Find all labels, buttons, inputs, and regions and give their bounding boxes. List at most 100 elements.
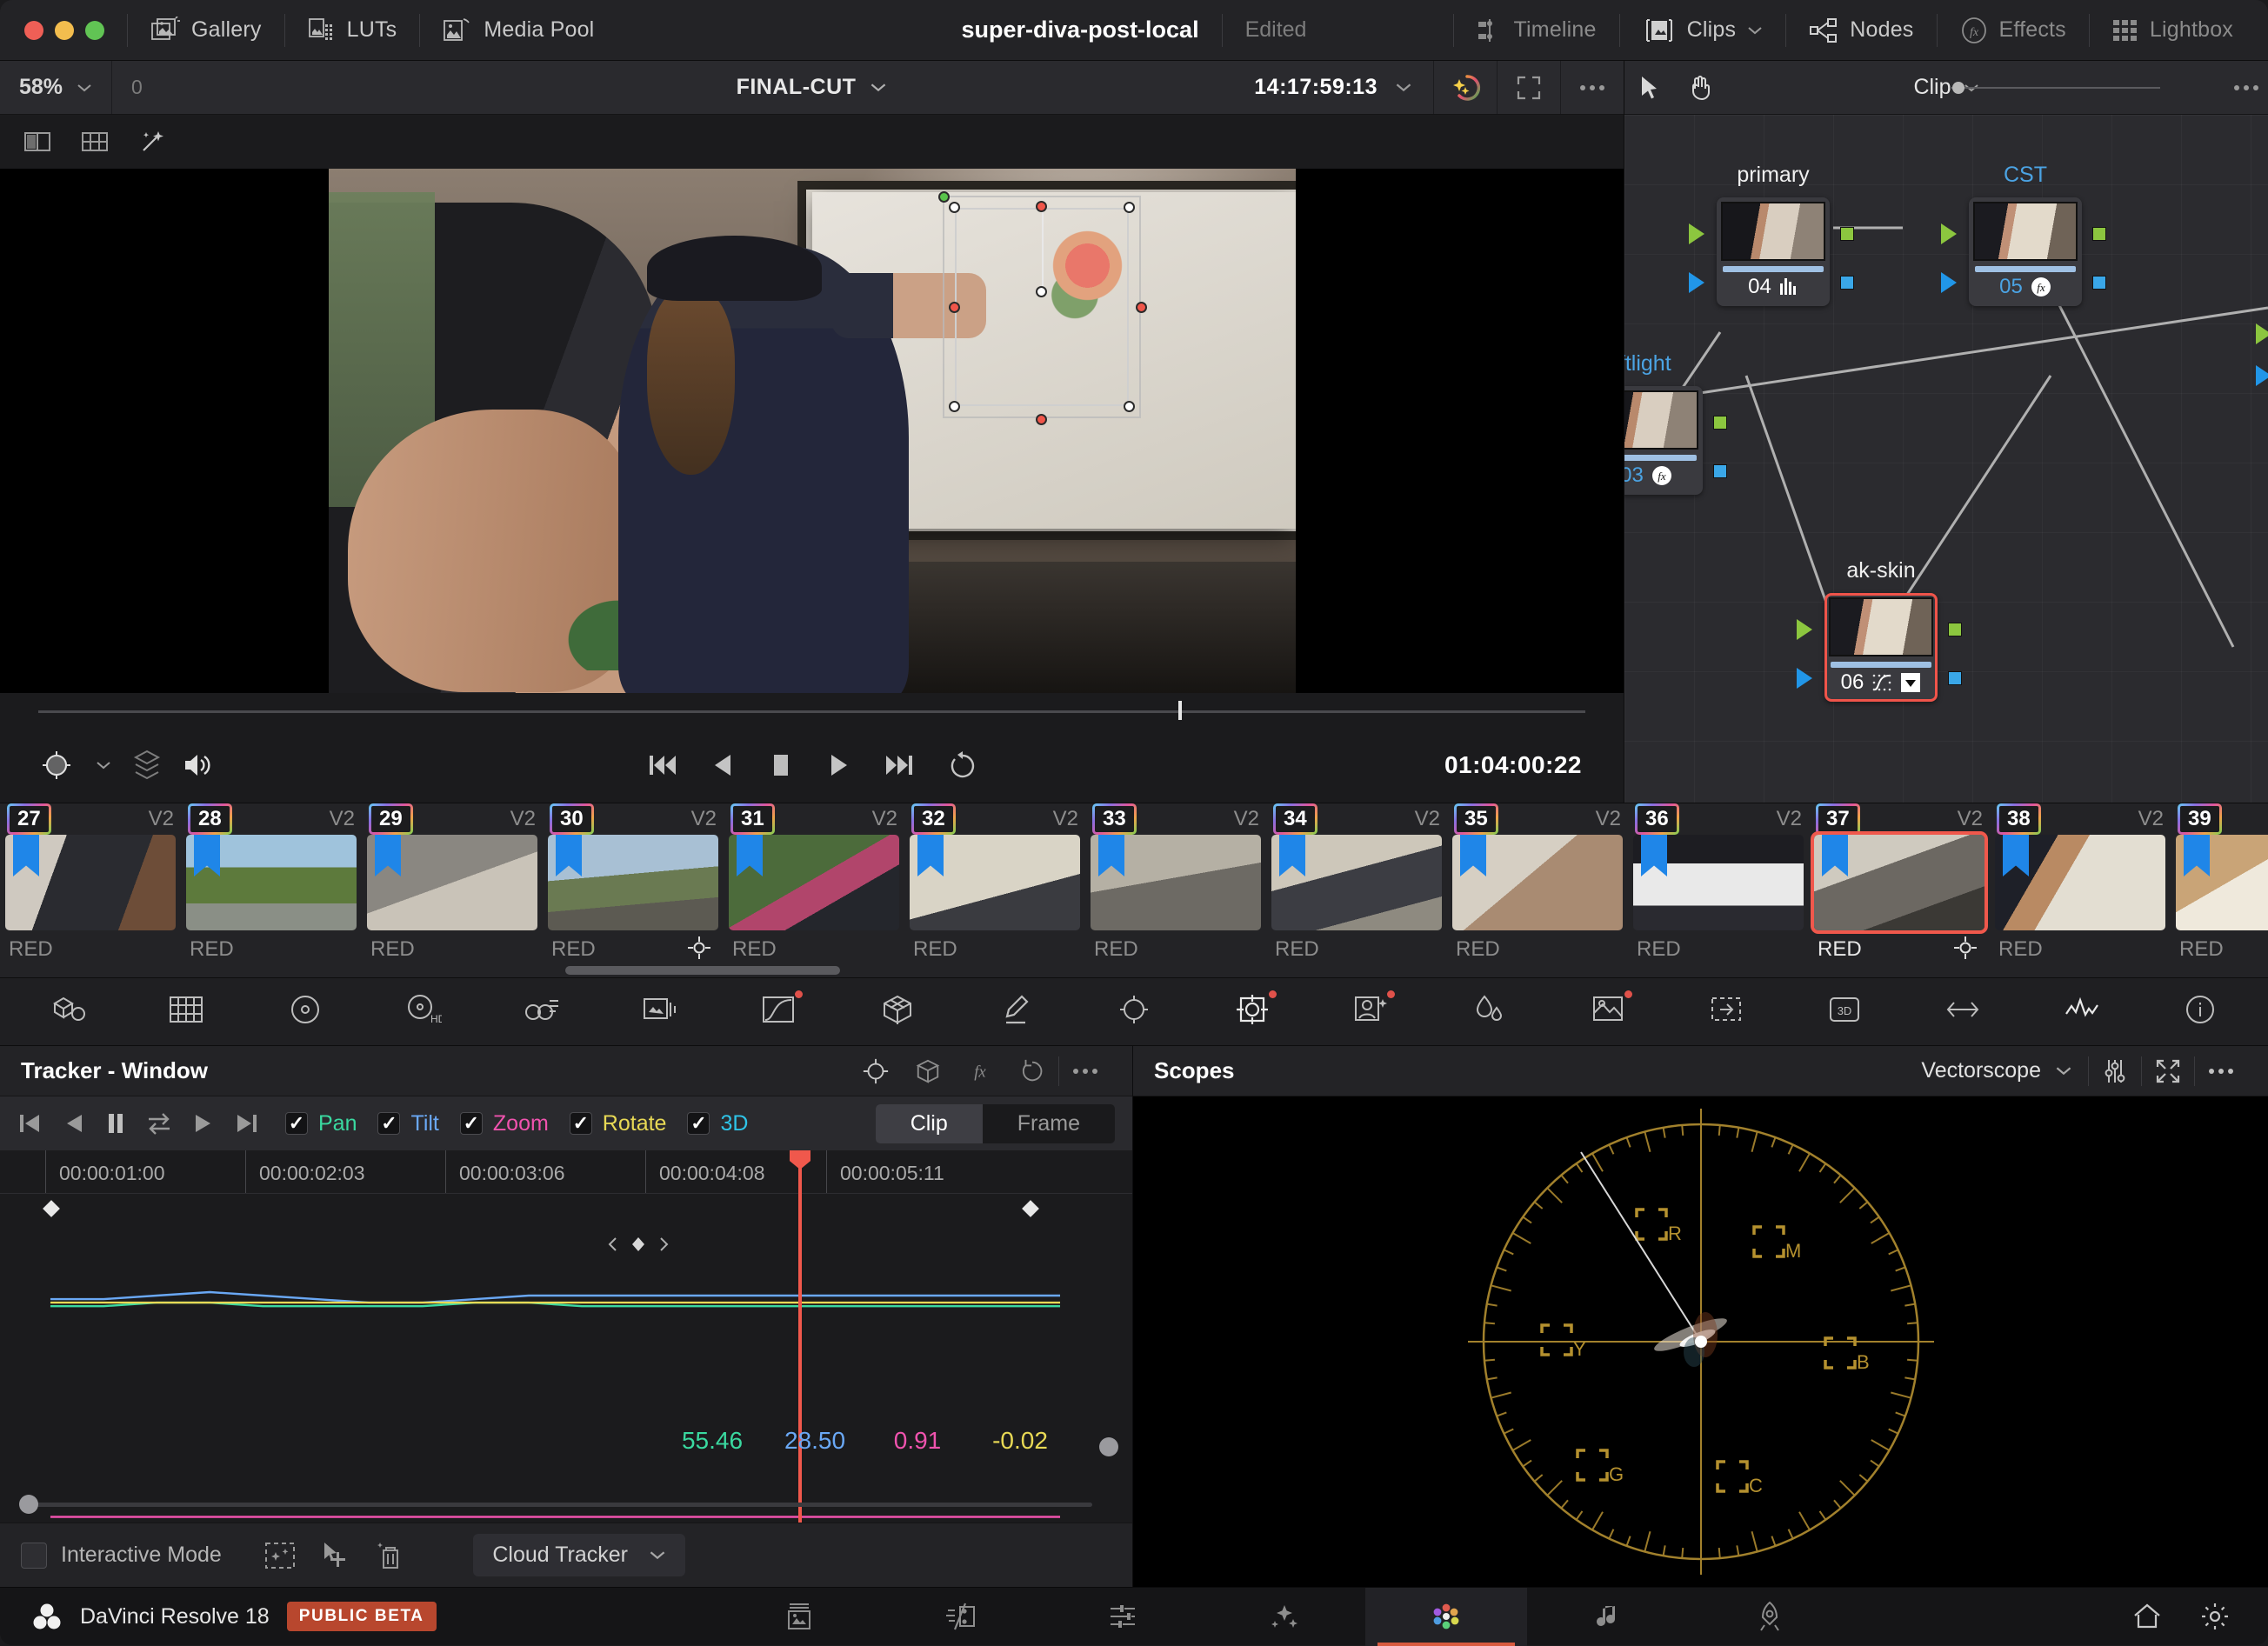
scope-type-selector[interactable]: Vectorscope — [1921, 1058, 2088, 1083]
node-input-port-blue[interactable] — [1797, 668, 1812, 689]
tracker-reset-button[interactable] — [1006, 1046, 1058, 1096]
filmstrip-clip-thumbnail[interactable] — [5, 835, 176, 930]
node-canvas[interactable]: primary 04 — [1624, 115, 2268, 803]
node-softlight[interactable]: oftlight 03 fx — [1624, 386, 1703, 495]
filmstrip-clip[interactable]: 28V2RED — [181, 803, 362, 977]
palette-button-3d[interactable]: 3D — [1785, 978, 1904, 1045]
power-window-handle-left[interactable] — [949, 302, 960, 313]
clips-panel-button[interactable]: Clips — [1620, 0, 1786, 60]
palette-button-color-wheels[interactable] — [9, 978, 127, 1045]
filmstrip-clip[interactable]: 36V2RED — [1628, 803, 1809, 977]
palette-button-sizing[interactable] — [1667, 978, 1785, 1045]
scrubber-playhead[interactable] — [1178, 701, 1182, 720]
palette-button-color-warper[interactable] — [837, 978, 956, 1045]
palette-button-motion-effects[interactable] — [601, 978, 719, 1045]
power-window-overlay[interactable] — [955, 208, 1129, 406]
checkbox-icon[interactable] — [687, 1112, 710, 1135]
tracker-3d-button[interactable] — [902, 1046, 954, 1096]
select-points-button[interactable] — [307, 1523, 361, 1587]
checkbox-icon[interactable] — [1900, 672, 1921, 693]
node-input-port-green[interactable] — [1797, 619, 1812, 640]
minimize-window-button[interactable] — [55, 21, 74, 40]
gallery-button[interactable]: Gallery — [128, 0, 284, 60]
viewer-current-timecode[interactable]: 01:04:00:22 — [1444, 751, 1624, 779]
node-input-port-green[interactable] — [1689, 223, 1704, 244]
luts-button[interactable]: LUTs — [285, 0, 420, 60]
interactive-mode-checkbox[interactable] — [21, 1543, 47, 1569]
node-input-port-blue[interactable] — [1689, 272, 1704, 293]
filmstrip[interactable]: 27V2RED28V2RED29V2RED30V2RED31V2RED32V2R… — [0, 803, 2268, 978]
node-zoom-slider[interactable] — [1946, 78, 2164, 97]
filmstrip-clip-thumbnail[interactable] — [186, 835, 357, 930]
cut-page-button[interactable] — [880, 1588, 1042, 1646]
viewer-options-button[interactable] — [1561, 61, 1624, 114]
tracker-fx-button[interactable]: fx — [954, 1046, 1006, 1096]
tracker-mode-button[interactable] — [850, 1046, 902, 1096]
palette-button-hdr-wheels[interactable]: HDR — [364, 978, 483, 1045]
power-window-corner-tl[interactable] — [949, 202, 960, 213]
node-output-port-green[interactable] — [1948, 623, 1962, 636]
tracker-ruler[interactable]: 00:00:01:0000:00:02:0300:00:03:0600:00:0… — [0, 1150, 1132, 1194]
tracker-hscroll-knob[interactable] — [19, 1495, 38, 1514]
filmstrip-scrollbar-thumb[interactable] — [565, 966, 840, 975]
tracker-playhead-line[interactable] — [798, 1150, 802, 1523]
checkbox-icon[interactable] — [377, 1112, 400, 1135]
viewer-scrubber[interactable] — [0, 693, 1624, 728]
zoom-level-selector[interactable]: 58% — [0, 61, 111, 114]
fairlight-page-button[interactable] — [1527, 1588, 1689, 1646]
lightbox-panel-button[interactable]: Lightbox — [2090, 0, 2256, 60]
node-cst[interactable]: CST 05 fx — [1969, 197, 2082, 306]
scope-expand-button[interactable] — [2142, 1046, 2194, 1096]
checkbox-icon[interactable] — [460, 1112, 483, 1135]
node-select-tool[interactable] — [1624, 61, 1675, 114]
magic-mask-button[interactable] — [1434, 61, 1497, 114]
power-window-handle-bottom[interactable] — [1036, 414, 1047, 425]
checkbox-icon[interactable] — [570, 1112, 592, 1135]
track-both-ways-button[interactable] — [146, 1110, 172, 1136]
filmstrip-clip[interactable]: 32V2RED — [904, 803, 1085, 977]
tracker-graph[interactable]: 00:00:01:0000:00:02:0300:00:03:0600:00:0… — [0, 1150, 1132, 1523]
filmstrip-clip-thumbnail[interactable] — [729, 835, 899, 930]
filmstrip-clip-thumbnail[interactable] — [1452, 835, 1623, 930]
node-ak-skin-body[interactable]: 06 — [1824, 593, 1938, 702]
filmstrip-clip[interactable]: 33V2RED — [1085, 803, 1266, 977]
viewer-stage[interactable] — [0, 169, 1624, 693]
audio-icon[interactable] — [183, 750, 214, 780]
tracker-frame-option[interactable]: Frame — [983, 1104, 1115, 1143]
palette-button-magic-mask[interactable] — [1311, 978, 1430, 1045]
checkbox-icon[interactable] — [285, 1112, 308, 1135]
tracker-type-dropdown[interactable]: Cloud Tracker — [473, 1534, 685, 1576]
filmstrip-clip[interactable]: 37V2RED — [1809, 803, 1990, 977]
node-input-port-blue[interactable] — [1941, 272, 1957, 293]
delete-points-button[interactable] — [361, 1523, 415, 1587]
window-controls[interactable] — [0, 21, 104, 40]
node-offscreen-port-blue[interactable] — [2256, 365, 2268, 386]
palette-button-log-wheels[interactable] — [245, 978, 364, 1045]
tracker-horizontal-scrollbar[interactable] — [19, 1503, 1092, 1507]
color-page-button[interactable] — [1365, 1588, 1527, 1646]
filmstrip-scrollbar[interactable] — [0, 966, 2268, 975]
pause-button[interactable] — [104, 1110, 127, 1136]
fusion-page-button[interactable] — [1204, 1588, 1365, 1646]
palette-button-rgb-mixer[interactable] — [483, 978, 601, 1045]
filmstrip-clip-thumbnail[interactable] — [910, 835, 1080, 930]
node-output-port-green[interactable] — [1713, 416, 1727, 430]
node-output-port-blue[interactable] — [1948, 671, 1962, 685]
filmstrip-clip[interactable]: 30V2RED — [543, 803, 724, 977]
tracker-clip-frame-toggle[interactable]: Clip Frame — [876, 1104, 1115, 1143]
node-primary[interactable]: primary 04 — [1717, 197, 1830, 306]
node-output-port-blue[interactable] — [1840, 276, 1854, 290]
loop-button[interactable] — [948, 750, 977, 780]
filmstrip-clip[interactable]: 31V2RED — [724, 803, 904, 977]
tracker-checkbox-zoom[interactable]: Zoom — [460, 1111, 549, 1136]
node-pan-tool[interactable] — [1675, 61, 1725, 114]
settings-gear-icon[interactable] — [2200, 1602, 2230, 1631]
scope-options-button[interactable] — [2195, 1046, 2247, 1096]
grid-view-button[interactable] — [70, 123, 120, 161]
filmstrip-clip-thumbnail[interactable] — [367, 835, 537, 930]
palette-button-info[interactable] — [2141, 978, 2259, 1045]
filmstrip-clip-thumbnail[interactable] — [1091, 835, 1261, 930]
step-backward-button[interactable] — [711, 751, 736, 779]
filmstrip-clip-thumbnail[interactable] — [1814, 835, 1984, 930]
chevron-down-icon[interactable] — [96, 760, 111, 770]
